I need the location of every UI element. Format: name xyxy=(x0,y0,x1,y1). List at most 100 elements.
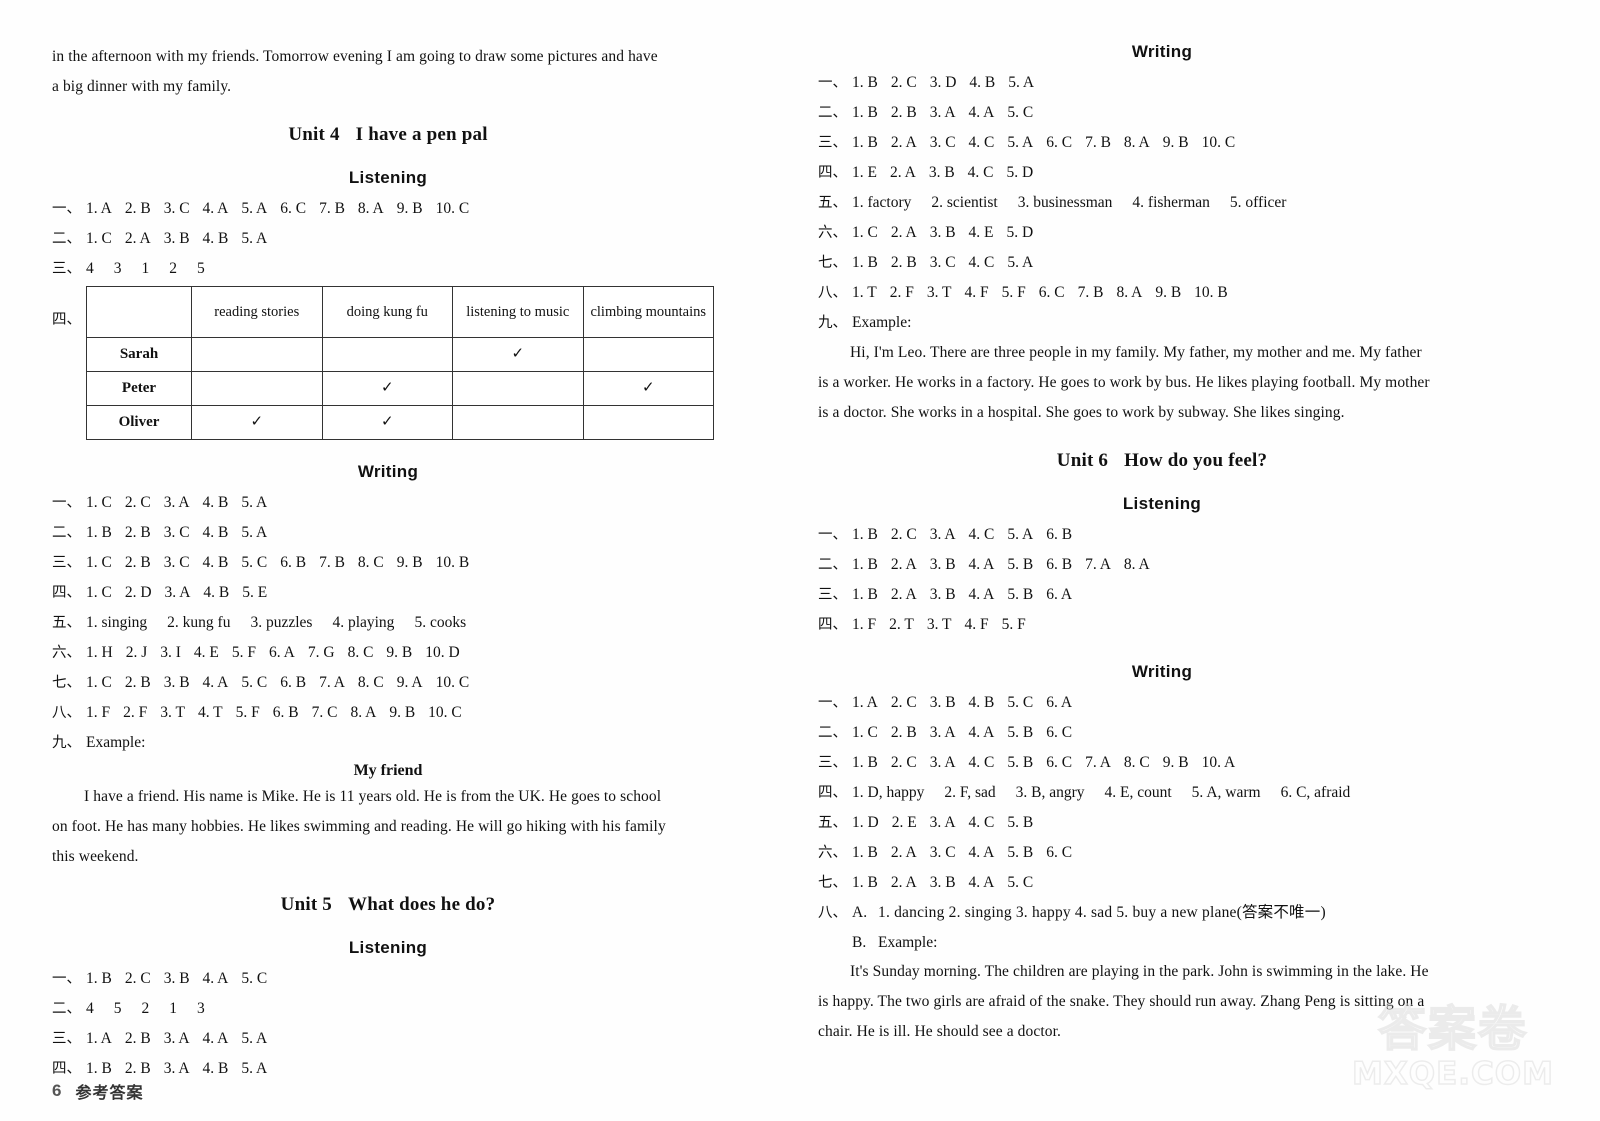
sub-letter-a: A. xyxy=(852,904,868,921)
table-row-name: Oliver xyxy=(86,405,192,440)
answer-item: 9. A xyxy=(396,674,423,691)
two-column-layout: in the afternoon with my friends. Tomorr… xyxy=(0,0,1600,1121)
answer-items: 1. B 2. A 3. C 4. C 5. A 6. C 7. B 8. A … xyxy=(852,128,1235,157)
table-header-cell xyxy=(86,286,192,338)
check-icon: ✓ xyxy=(641,380,655,396)
answer-item: 2. C xyxy=(890,526,917,543)
answer-item: 10. C xyxy=(428,704,462,721)
answer-items: 1. C 2. B 3. B 4. A 5. C 6. B 7. A 8. C … xyxy=(86,668,469,697)
answer-item: 6. C xyxy=(1046,754,1073,771)
answer-item: 2. D xyxy=(124,584,152,601)
answer-item: 4. F xyxy=(964,616,989,633)
answer-item: 2. B xyxy=(124,524,151,541)
answer-item: 3. T xyxy=(926,616,952,633)
answer-item: 2. C xyxy=(890,754,917,771)
answer-item: 10. C xyxy=(435,200,470,217)
answer-items: 1. C 2. D 3. A 4. B 5. E xyxy=(86,578,267,607)
answer-item: 1. A xyxy=(852,694,878,711)
answer-row: 五、 1. singing 2. kung fu 3. puzzles 4. p… xyxy=(52,608,724,638)
answer-item: 2. J xyxy=(125,644,148,661)
answer-item: 2. B xyxy=(890,104,917,121)
example-line-2: is a worker. He works in a factory. He g… xyxy=(818,374,1430,391)
answer-item: 3. B xyxy=(163,970,190,987)
answer-item: 4. A xyxy=(202,200,229,217)
answer-item: 1. C xyxy=(852,724,878,741)
answer-items: 1. B 2. C 3. B 4. A 5. C xyxy=(86,964,267,993)
hobby-table-body: Sarah ✓ Peter ✓ ✓ Oliver ✓ ✓ xyxy=(86,337,714,440)
table-cell: ✓ xyxy=(452,337,584,372)
answer-item: 5. A xyxy=(241,230,268,247)
answer-item: 5. B xyxy=(1007,754,1034,771)
answer-item: 2. B xyxy=(124,554,151,571)
answer-row: 三、 1. A 2. B 3. A 4. A 5. A xyxy=(52,1024,724,1054)
example-line-3: is a doctor. She works in a hospital. Sh… xyxy=(818,404,1345,421)
answer-item: 1. B xyxy=(852,754,878,771)
answer-row: 一、 1. B 2. C 3. B 4. A 5. C xyxy=(52,964,724,994)
table-row-name: Sarah xyxy=(86,337,192,372)
answer-item: 3 xyxy=(197,1000,205,1017)
answer-item: 4. B xyxy=(202,524,229,541)
answer-label: 七、 xyxy=(818,875,847,891)
answer-item: 8. A xyxy=(1123,134,1150,151)
answer-item: 5. F xyxy=(1001,616,1026,633)
answer-item: 8. C xyxy=(357,554,384,571)
answer-label: 八、 xyxy=(818,285,847,301)
answer-item: 5. B xyxy=(1007,724,1034,741)
answer-row: 七、 1. B 2. A 3. B 4. A 5. C xyxy=(818,868,1506,898)
answer-item: 1. factory xyxy=(852,194,912,211)
answer-item: 2. kung fu xyxy=(167,614,231,631)
answer-item: 1. A xyxy=(86,200,112,217)
answer-item: 1. B xyxy=(852,74,878,91)
answer-row: 二、 1. C 2. A 3. B 4. B 5. A xyxy=(52,224,724,254)
answer-item: 9. B xyxy=(389,704,416,721)
answer-items: 1. B 2. C 3. A 4. C 5. B 6. C 7. A 8. C … xyxy=(852,748,1235,777)
answer-item: 2. scientist xyxy=(931,194,998,211)
answer-item: 9. B xyxy=(1162,134,1189,151)
answer-item: 10. B xyxy=(1194,284,1228,301)
unit-6-listening-answers: 一、 1. B 2. C 3. A 4. C 5. A 6. B 二、 1. B… xyxy=(818,520,1506,640)
answer-item: 2. E xyxy=(891,814,917,831)
answer-item: 5. B xyxy=(1007,586,1034,603)
answer-item: 2. A xyxy=(890,874,917,891)
answer-item: 3. B xyxy=(929,224,956,241)
answer-item: 4. B xyxy=(203,584,230,601)
answer-item: 1. B xyxy=(852,526,878,543)
answer-item: 5. C xyxy=(241,554,268,571)
answer-item: 6. C xyxy=(1038,284,1065,301)
carryover-paragraph: in the afternoon with my friends. Tomorr… xyxy=(52,42,724,102)
answer-item: 1 xyxy=(141,260,150,277)
unit-5-listening-heading: Listening xyxy=(348,938,428,957)
answer-item: 1. D, happy xyxy=(852,784,925,801)
answer-item: 1. T xyxy=(852,284,877,301)
answer-item: 2. C xyxy=(890,694,917,711)
answer-items: 1. B 2. A 3. C 4. A 5. B 6. C xyxy=(852,838,1072,867)
answer-item: 7. B xyxy=(319,554,345,571)
answer-item: 9. B xyxy=(396,554,423,571)
answer-item: 3. C xyxy=(163,524,190,541)
answer-item: 8. C xyxy=(357,674,384,691)
answer-item: 5 xyxy=(197,260,205,277)
answer-item: 5. B xyxy=(1007,556,1034,573)
answer-row: 二、 1. B 2. B 3. A 4. A 5. C xyxy=(818,98,1506,128)
answer-item: 3. A xyxy=(929,104,956,121)
answer-items: 1. C 2. A 3. B 4. E 5. D xyxy=(852,218,1033,247)
answer-item: 1. B xyxy=(852,586,878,603)
check-icon: ✓ xyxy=(380,414,394,430)
unit-6-heading: Unit 6 How do you feel? xyxy=(818,450,1506,472)
answer-items: 1. C 2. B 3. A 4. A 5. B 6. C xyxy=(852,718,1072,747)
answer-label: 四、 xyxy=(818,617,847,633)
answer-row-part-8-b: B. Example: xyxy=(818,928,1506,957)
answer-item: 4. F xyxy=(964,284,989,301)
unit-5-writing-answers: 一、 1. B 2. C 3. D 4. B 5. A 二、 1. B 2. B… xyxy=(818,68,1506,338)
answer-items: 1. A 2. C 3. B 4. B 5. C 6. A xyxy=(852,688,1072,717)
answer-item: 2. F, sad xyxy=(944,784,996,801)
answer-item: 4. C xyxy=(967,164,994,181)
answer-item: 1. F xyxy=(852,616,877,633)
answer-item: 7. A xyxy=(1085,556,1111,573)
check-icon: ✓ xyxy=(511,346,525,362)
answer-label: 二、 xyxy=(818,105,847,121)
unit-4-writing-heading: Writing xyxy=(357,462,419,481)
answer-items: 1. C 2. A 3. B 4. B 5. A xyxy=(86,224,267,253)
my-friend-title: My friend xyxy=(353,762,423,779)
answer-item: 6. A xyxy=(1046,586,1073,603)
